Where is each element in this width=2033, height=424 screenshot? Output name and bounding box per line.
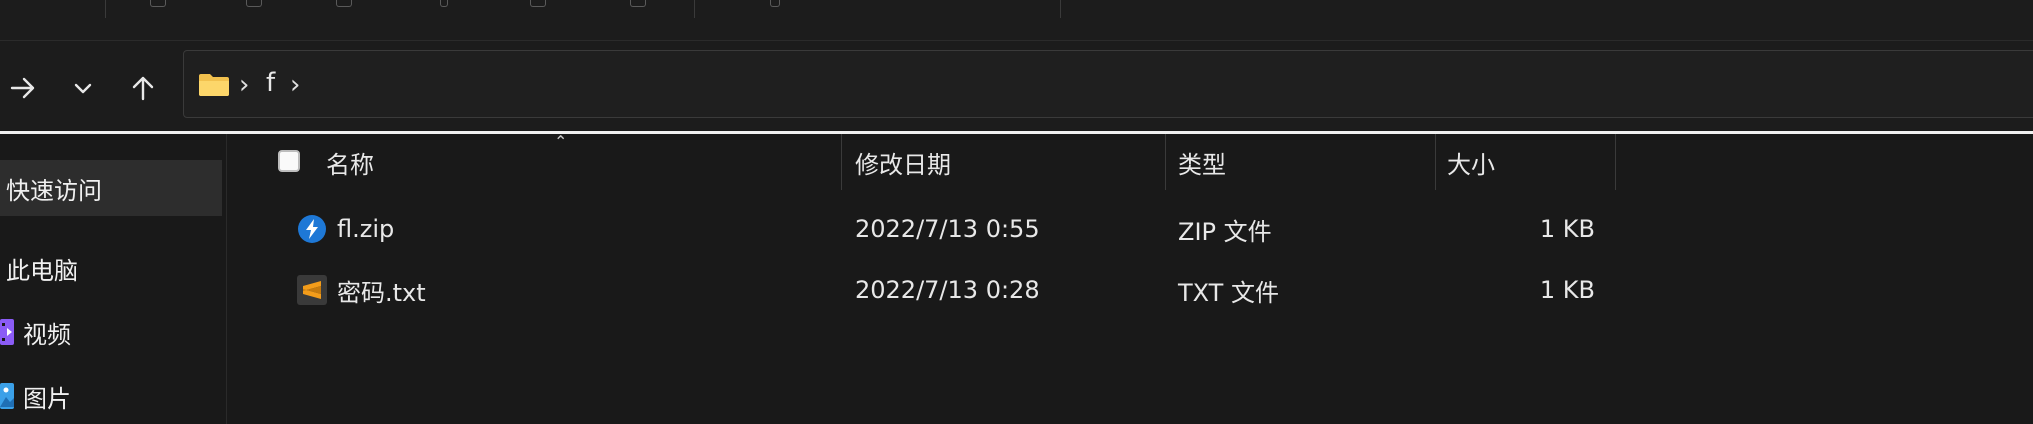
column-header-label: 名称 [326, 150, 374, 179]
sidebar-item-label: 此电脑 [6, 256, 78, 285]
share-icon[interactable] [150, 0, 166, 7]
column-header-label: 修改日期 [855, 150, 951, 179]
navigation-pane: 快速访问 此电脑 视频 图片 [0, 134, 227, 424]
bandizip-icon [298, 215, 326, 243]
arrow-up-icon [132, 76, 154, 101]
toolbar-separator [1060, 0, 1061, 18]
breadcrumb-separator[interactable]: › [239, 70, 249, 100]
file-list: ⌃ 名称 修改日期 类型 大小 fl.zip 2022/7/13 0:55 ZI… [227, 132, 2033, 424]
column-header-type[interactable]: 类型 [1178, 134, 1378, 190]
sidebar-item-quick-access[interactable]: 快速访问 [0, 160, 222, 216]
file-row[interactable]: fl.zip 2022/7/13 0:55 ZIP 文件 1 KB [227, 201, 1627, 257]
up-button[interactable] [123, 68, 163, 108]
delete-icon[interactable] [630, 0, 646, 7]
video-folder-icon [0, 319, 14, 345]
sidebar-item-this-pc[interactable]: 此电脑 [0, 240, 222, 296]
sidebar-item-label: 视频 [23, 320, 71, 349]
file-modified: 2022/7/13 0:28 [855, 276, 1040, 304]
column-header-size[interactable]: 大小 [1447, 134, 1577, 190]
file-type: ZIP 文件 [1178, 217, 1272, 246]
file-modified: 2022/7/13 0:55 [855, 215, 1040, 243]
column-header-modified[interactable]: 修改日期 [855, 134, 1155, 190]
pictures-folder-icon [0, 383, 14, 409]
file-size: 1 KB [1539, 215, 1595, 243]
sidebar-item-videos[interactable]: 视频 [0, 304, 222, 360]
folder-icon [199, 74, 229, 96]
arrow-right-icon [10, 77, 35, 99]
toolbar-separator [694, 0, 695, 18]
file-explorer-window: › f › 快速访问 此电脑 视频 图片 ⌃ 名称 修改日期 类型 大小 fl.… [0, 0, 2033, 424]
column-header-label: 类型 [1178, 150, 1226, 179]
properties-icon[interactable] [530, 0, 546, 7]
breadcrumb-separator[interactable]: › [290, 70, 300, 100]
file-name: fl.zip [337, 215, 395, 243]
forward-button[interactable] [3, 68, 43, 108]
file-size: 1 KB [1539, 276, 1595, 304]
column-divider[interactable] [1165, 134, 1166, 190]
column-divider[interactable] [1435, 134, 1436, 190]
address-bar[interactable]: › f › [183, 50, 2033, 118]
sidebar-item-pictures[interactable]: 图片 [0, 368, 222, 424]
rename-icon[interactable] [440, 0, 448, 7]
chevron-down-icon [74, 83, 92, 94]
toolbar-separator [105, 0, 106, 18]
sidebar-item-label: 图片 [23, 384, 71, 413]
breadcrumb-folder-f[interactable]: f [266, 68, 275, 98]
sidebar-item-label: 快速访问 [6, 176, 102, 205]
column-header-name[interactable]: 名称 [326, 134, 706, 190]
file-type: TXT 文件 [1178, 278, 1279, 307]
sort-icon[interactable] [770, 0, 780, 7]
column-divider[interactable] [841, 134, 842, 190]
select-all-checkbox[interactable] [278, 150, 300, 172]
file-name: 密码.txt [337, 278, 426, 307]
sublime-text-icon [297, 275, 327, 305]
command-bar [0, 0, 2033, 41]
copy-icon[interactable] [246, 0, 262, 7]
recent-locations-button[interactable] [63, 68, 103, 108]
column-header-label: 大小 [1447, 150, 1495, 179]
file-row[interactable]: 密码.txt 2022/7/13 0:28 TXT 文件 1 KB [227, 262, 1627, 318]
paste-icon[interactable] [336, 0, 352, 7]
column-divider[interactable] [1615, 134, 1616, 190]
